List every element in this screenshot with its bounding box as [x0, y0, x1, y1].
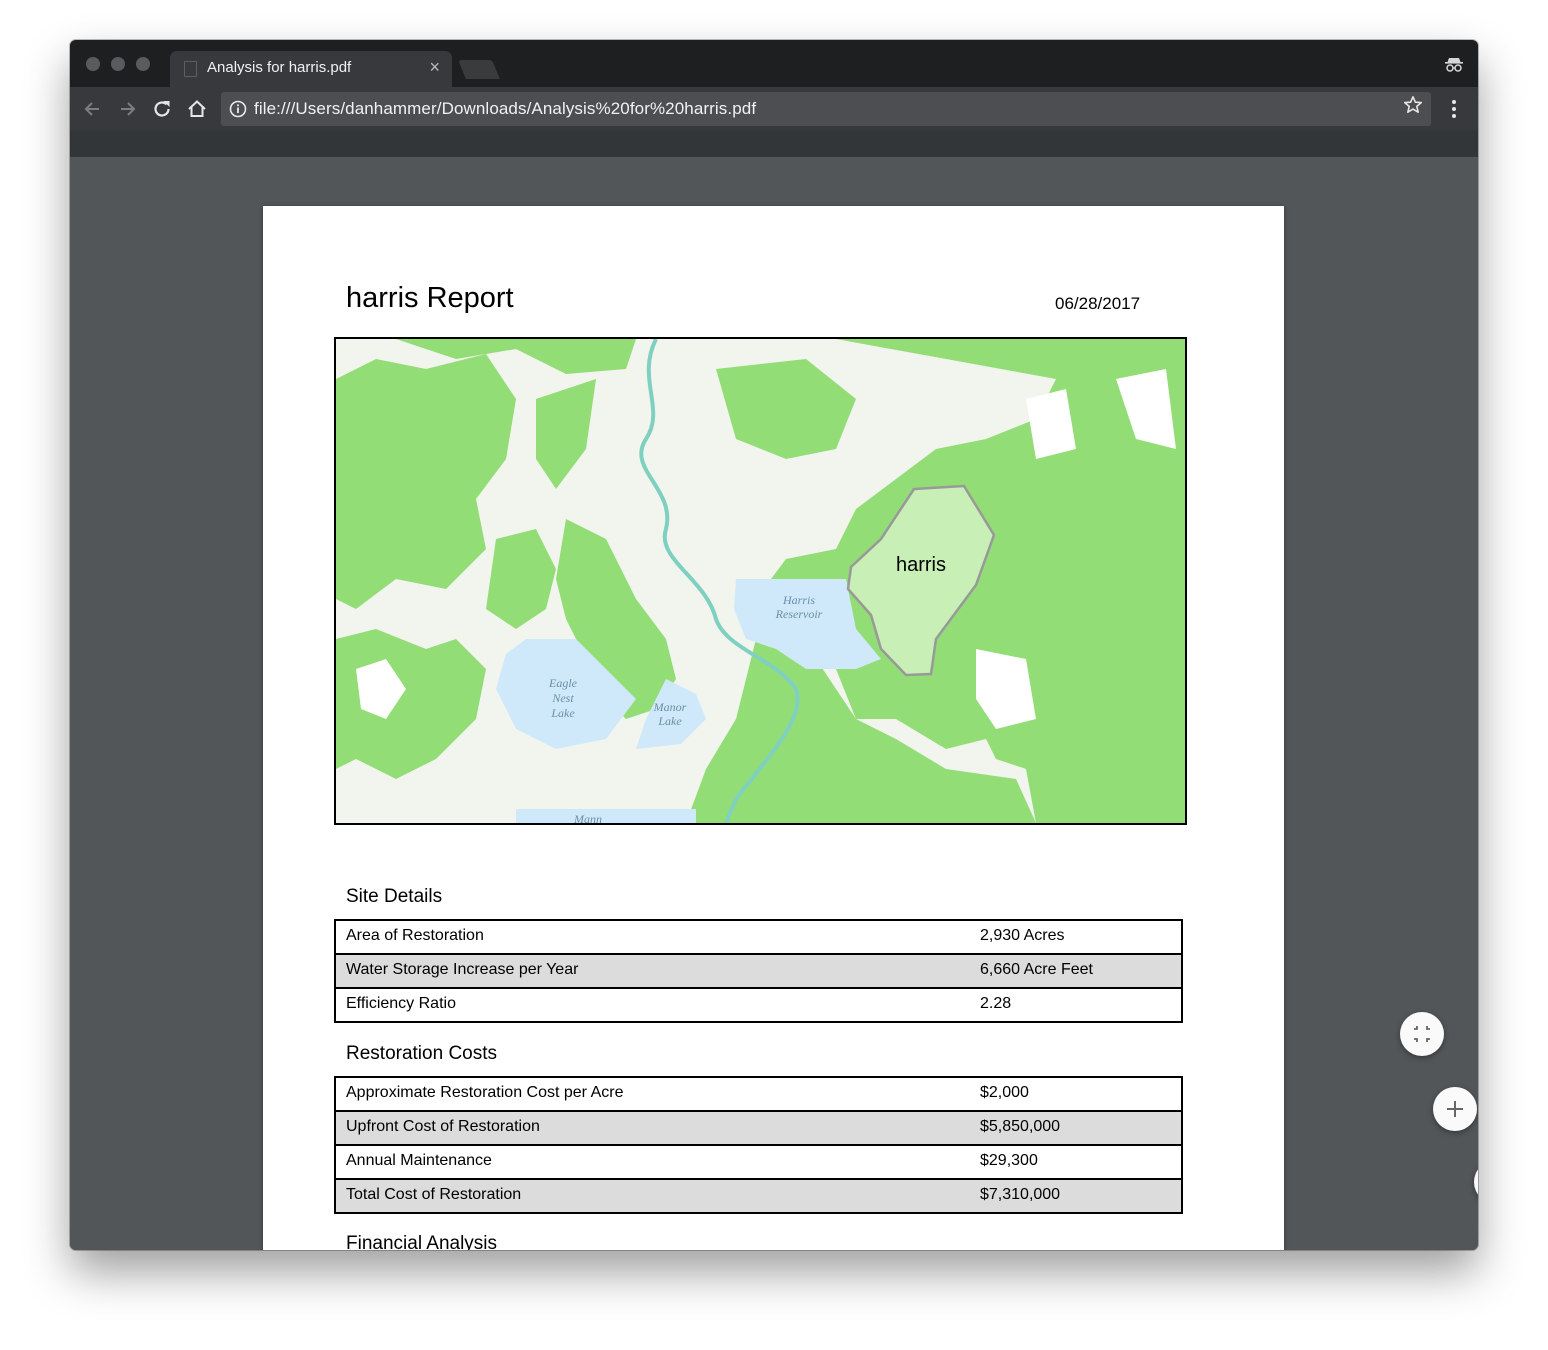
fit-page-icon [1414, 1026, 1430, 1042]
forward-icon[interactable] [114, 96, 140, 122]
table-row: Approximate Restoration Cost per Acre $2… [336, 1078, 1181, 1110]
url-text[interactable]: file:///Users/danhammer/Downloads/Analys… [254, 99, 756, 119]
harris-reservoir-label-1: Harris [782, 593, 815, 607]
row-label: Annual Maintenance [346, 1152, 492, 1169]
row-value: $7,310,000 [980, 1186, 1061, 1203]
row-label: Upfront Cost of Restoration [346, 1118, 540, 1135]
row-value: 6,660 Acre Feet [980, 961, 1093, 978]
pdf-viewer-toolbar [70, 131, 1478, 157]
minimize-window-button[interactable] [111, 57, 125, 71]
site-details-table: Area of Restoration 2,930 Acres Water St… [334, 919, 1183, 1023]
row-label: Efficiency Ratio [346, 995, 456, 1012]
report-date: 06/28/2017 [1055, 294, 1141, 313]
map-graphic: harris Harris Reservoir Eagle Nest Lake … [336, 339, 1185, 823]
table-row: Water Storage Increase per Year 6,660 Ac… [336, 953, 1181, 987]
financial-analysis-heading: Financial Analysis [346, 1233, 498, 1250]
row-value: $2,000 [980, 1084, 1029, 1101]
home-icon[interactable] [184, 96, 210, 122]
tab-bar: Analysis for harris.pdf × [70, 40, 1478, 87]
zoom-out-button[interactable] [1474, 1160, 1478, 1204]
reload-icon[interactable] [149, 96, 175, 122]
harris-reservoir-label-2: Reservoir [775, 607, 823, 621]
row-label: Total Cost of Restoration [346, 1186, 522, 1203]
row-label: Area of Restoration [346, 927, 484, 944]
manor-lake-label-1: Manor [653, 700, 687, 714]
eagle-nest-label-1: Eagle [548, 676, 578, 690]
table-row: Upfront Cost of Restoration $5,850,000 [336, 1110, 1181, 1144]
table-row: Annual Maintenance $29,300 [336, 1144, 1181, 1178]
polygon-label: harris [896, 554, 946, 576]
menu-icon[interactable] [1446, 97, 1462, 121]
restoration-costs-heading: Restoration Costs [346, 1043, 498, 1064]
back-icon[interactable] [80, 96, 106, 122]
row-value: $29,300 [980, 1152, 1038, 1169]
tab-analysis-pdf[interactable]: Analysis for harris.pdf × [170, 51, 452, 87]
table-row: Area of Restoration 2,930 Acres [336, 921, 1181, 953]
mann-lake-label: Mann [573, 812, 602, 823]
browser-toolbar: file:///Users/danhammer/Downloads/Analys… [70, 87, 1478, 131]
eagle-nest-label-2: Nest [551, 691, 574, 705]
browser-window: Analysis for harris.pdf × file:///Users/… [70, 40, 1478, 1250]
pdf-page: harris Report 06/28/2017 harris Harris R… [263, 206, 1284, 1250]
table-row: Total Cost of Restoration $7,310,000 [336, 1178, 1181, 1212]
row-value: $5,850,000 [980, 1118, 1061, 1135]
document-icon [184, 61, 197, 77]
info-icon[interactable] [229, 100, 247, 118]
table-row: Efficiency Ratio 2.28 [336, 987, 1181, 1021]
tab-title: Analysis for harris.pdf [207, 59, 352, 76]
pdf-viewer[interactable]: harris Report 06/28/2017 harris Harris R… [70, 157, 1478, 1250]
address-bar[interactable]: file:///Users/danhammer/Downloads/Analys… [221, 92, 1431, 126]
zoom-in-button[interactable] [1433, 1087, 1477, 1131]
row-label: Water Storage Increase per Year [346, 961, 579, 978]
new-tab-button[interactable] [458, 60, 500, 79]
star-icon[interactable] [1403, 95, 1423, 115]
row-label: Approximate Restoration Cost per Acre [346, 1084, 624, 1101]
row-value: 2,930 Acres [980, 927, 1065, 944]
report-title: harris Report [346, 282, 514, 314]
row-value: 2.28 [980, 995, 1012, 1012]
tab-close-icon[interactable]: × [429, 57, 440, 78]
close-window-button[interactable] [86, 57, 100, 71]
site-details-heading: Site Details [346, 886, 443, 907]
minus-icon [1474, 1160, 1478, 1204]
manor-lake-label-2: Lake [657, 714, 682, 728]
restoration-costs-table: Approximate Restoration Cost per Acre $2… [334, 1076, 1183, 1214]
eagle-nest-label-3: Lake [550, 706, 575, 720]
fit-to-page-button[interactable] [1400, 1012, 1444, 1056]
plus-icon [1447, 1101, 1463, 1117]
incognito-icon [1445, 58, 1463, 72]
site-map: harris Harris Reservoir Eagle Nest Lake … [334, 337, 1187, 825]
maximize-window-button[interactable] [136, 57, 150, 71]
